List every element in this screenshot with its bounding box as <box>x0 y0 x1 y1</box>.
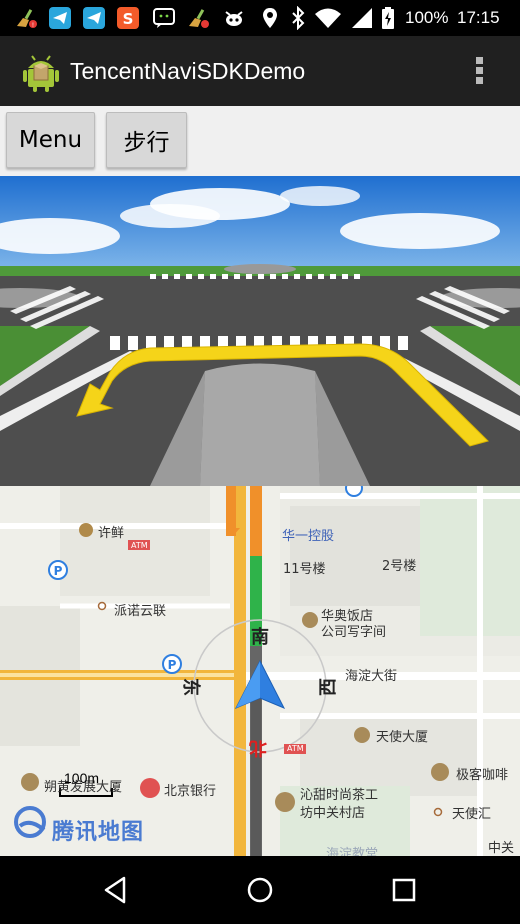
poi-label: 北京银行 <box>164 784 217 799</box>
map-view[interactable]: P P 许鲜 ATM 华一控股 11号楼 2号楼 派诺云联 华奥饭店 公司写字间… <box>0 486 520 856</box>
clock: 17:15 <box>457 8 500 27</box>
battery-percent: 100% <box>405 8 449 27</box>
compass-west: 西 <box>318 678 339 696</box>
system-nav-bar <box>0 856 520 924</box>
telegram-icon <box>49 7 71 29</box>
map-scale: 100m <box>64 770 100 786</box>
button-toolbar: Menu 步行 <box>0 106 520 176</box>
compass-north: 北 <box>249 737 267 758</box>
poi-label: 派诺云联 <box>114 604 167 619</box>
compass-east: 东 <box>180 678 201 696</box>
wifi-icon <box>315 8 341 28</box>
more-vert-icon[interactable] <box>468 54 492 88</box>
chat-icon <box>153 8 175 28</box>
back-icon[interactable] <box>98 872 134 908</box>
road-label: 海淀大街 <box>345 669 398 684</box>
poi-label: 天使汇 <box>452 807 492 822</box>
android-app-icon <box>23 55 59 92</box>
svg-text:S: S <box>123 10 134 28</box>
svg-text:P: P <box>168 658 177 672</box>
poi-label: 极客咖啡 <box>456 768 509 783</box>
atm-badge: ATM <box>131 541 148 550</box>
robot-icon <box>225 11 243 26</box>
compass-south: 南 <box>251 627 269 648</box>
poi-label: 沁甜时尚茶工 <box>300 788 379 803</box>
app-title: TencentNaviSDKDemo <box>70 58 306 84</box>
poi-label: 中关 <box>488 841 515 856</box>
map-canvas: P P <box>0 486 520 856</box>
building-label: 2号楼 <box>382 559 417 574</box>
junction-illustration <box>0 176 520 486</box>
home-icon[interactable] <box>242 872 278 908</box>
sogou-icon: S <box>117 7 139 29</box>
poi-label: 天使大厦 <box>376 730 429 745</box>
bluetooth-icon <box>292 6 305 30</box>
battery-icon <box>382 7 394 29</box>
location-icon <box>263 8 277 28</box>
walk-button[interactable]: 步行 <box>106 112 187 168</box>
telegram-icon <box>83 7 105 29</box>
poi-label: 海淀教堂 <box>326 847 379 856</box>
menu-button[interactable]: Menu <box>6 112 95 168</box>
poi-label: 许鲜 <box>98 526 125 541</box>
tencent-map-logo: 腾讯地图 <box>52 820 145 845</box>
poi-label: 公司写字间 <box>321 625 387 640</box>
action-bar: TencentNaviSDKDemo <box>0 36 520 106</box>
atm-badge: ATM <box>287 744 304 753</box>
svg-text:P: P <box>54 564 63 578</box>
cellular-icon <box>352 8 372 28</box>
broom-icon <box>189 9 209 28</box>
junction-view <box>0 176 520 486</box>
poi-label: 坊中关村店 <box>300 806 366 821</box>
broom-icon: ! <box>17 9 37 29</box>
status-bar: ! S 100% 17:15 <box>0 0 520 36</box>
building-label: 11号楼 <box>283 562 326 577</box>
recents-icon[interactable] <box>386 872 422 908</box>
poi-label: 华一控股 <box>282 529 335 544</box>
